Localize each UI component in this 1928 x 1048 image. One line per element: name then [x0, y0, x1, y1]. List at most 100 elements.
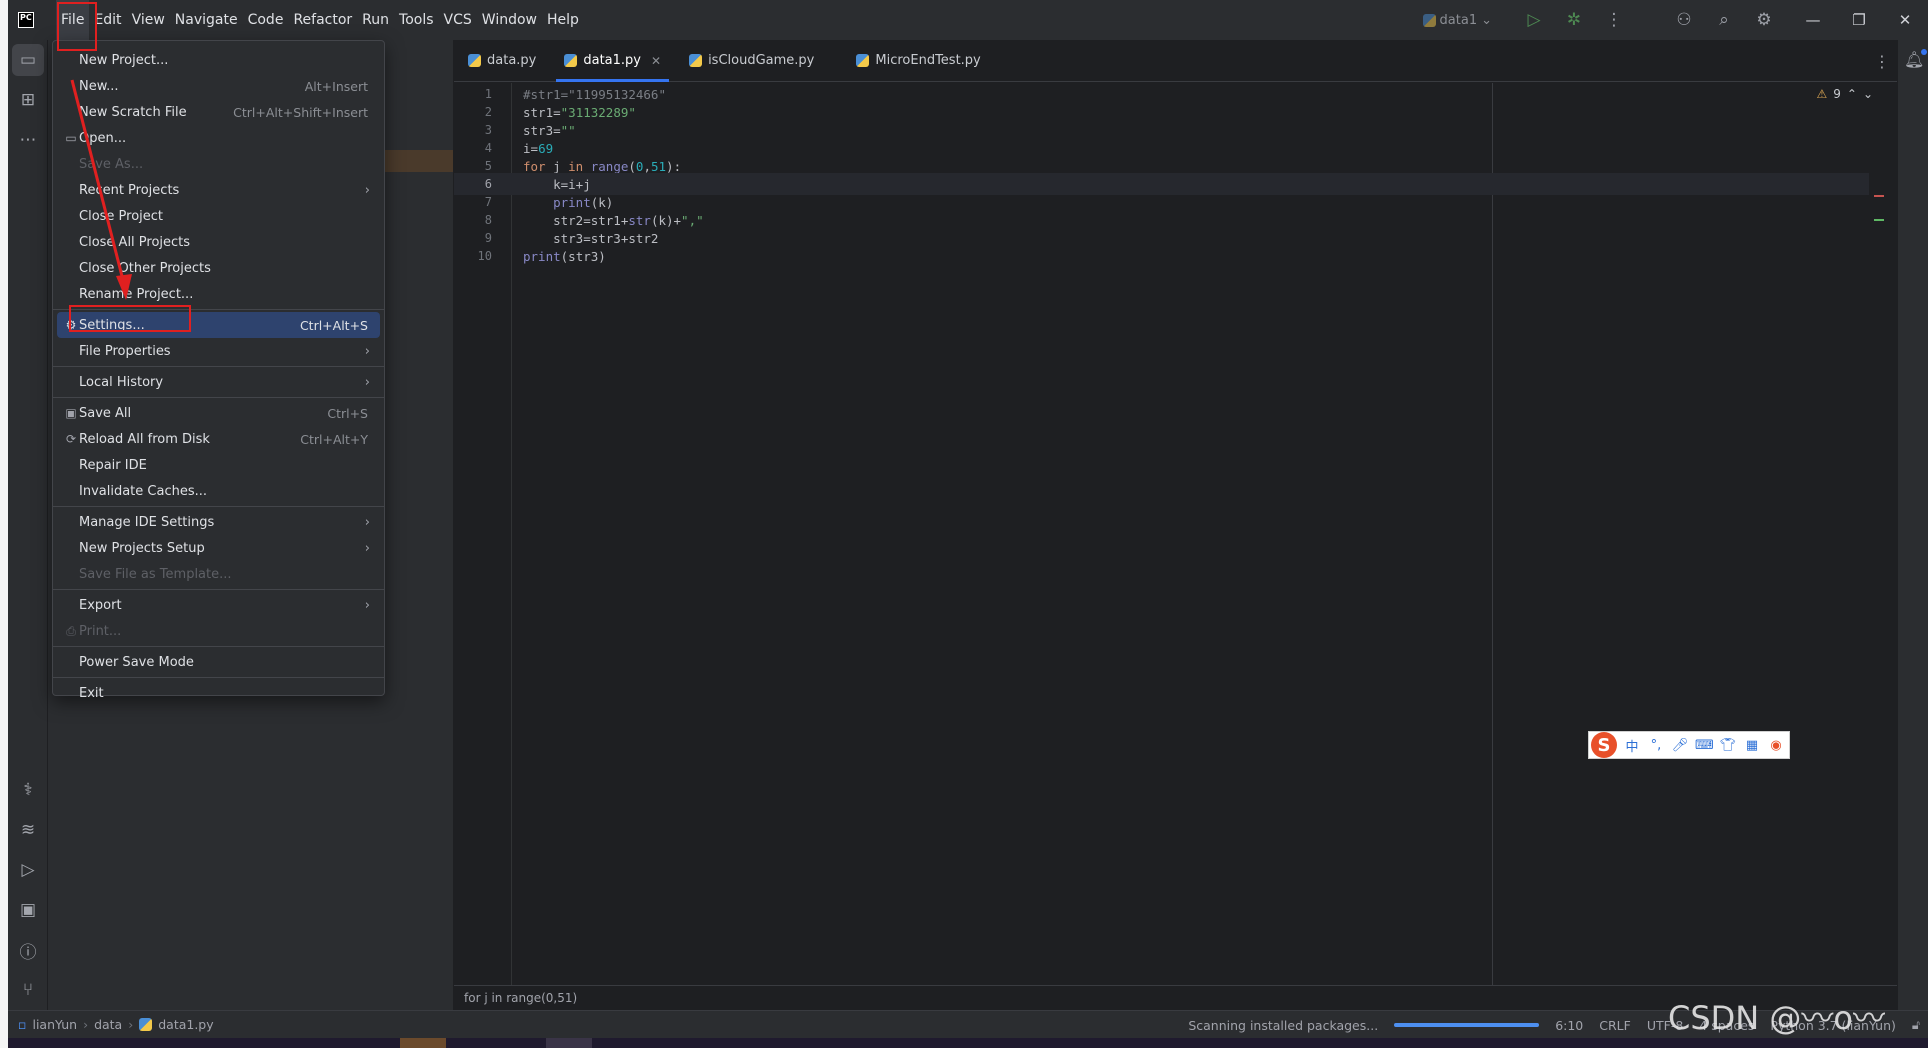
progress-fill — [1394, 1023, 1540, 1027]
status-bar: ▫ lianYun › data › data1.py Scanning ins… — [8, 1010, 1928, 1038]
close-button[interactable]: ✕ — [1882, 0, 1928, 40]
taskbar-app[interactable] — [546, 1038, 592, 1048]
menu-new-projects-setup[interactable]: New Projects Setup › — [57, 535, 380, 561]
python-console-icon[interactable]: ⚕ — [12, 774, 44, 806]
annotation-box-file — [57, 2, 97, 51]
run-icon[interactable]: ▷ — [1514, 0, 1554, 40]
ime-toolbar[interactable]: S 中 °, 🎤︎ ⌨ 👕︎ ▦ ◉ — [1588, 731, 1790, 759]
keyboard-icon[interactable]: ⌨ — [1695, 738, 1714, 753]
line-number: 2 — [484, 105, 492, 119]
menu-rename-project[interactable]: Rename Project... — [57, 281, 380, 307]
menu-vcs[interactable]: VCS — [439, 0, 477, 40]
run-config-selector[interactable]: data1 ⌄ — [1422, 12, 1492, 28]
chevron-right-icon: › — [364, 514, 370, 530]
menu-open[interactable]: ▭ Open... — [57, 125, 380, 151]
menu-power-save-mode[interactable]: Power Save Mode — [57, 649, 380, 675]
menu-export[interactable]: Export › — [57, 592, 380, 618]
line-separator[interactable]: CRLF — [1599, 1018, 1631, 1033]
taskbar-app[interactable] — [400, 1038, 446, 1048]
avatar-icon[interactable]: ◉ — [1767, 738, 1785, 753]
menu-new[interactable]: New... Alt+Insert — [57, 73, 380, 99]
run-config-label: data1 — [1439, 12, 1478, 28]
project-folder-icon[interactable]: ▭ — [12, 44, 44, 76]
tab-label: data1.py — [583, 53, 641, 68]
menu-item-label: Close Project — [79, 208, 164, 224]
caret-position[interactable]: 6:10 — [1555, 1018, 1583, 1033]
menu-save-all[interactable]: ▣ Save All Ctrl+S — [57, 400, 380, 426]
module-icon: ▫ — [18, 1017, 27, 1032]
code-editor[interactable]: ⚠ 9 ⌃ ⌄ 1 #str1="11995132466" 2 str1="31… — [454, 83, 1897, 985]
more-actions-icon[interactable]: ⋮ — [1594, 0, 1634, 40]
services-icon[interactable]: ▷ — [12, 854, 44, 886]
menu-file-properties[interactable]: File Properties › — [57, 338, 380, 364]
selected-tree-node[interactable] — [384, 150, 453, 172]
menu-exit[interactable]: Exit — [57, 680, 380, 706]
code-line: 10 print(str3) — [454, 245, 1869, 267]
menu-manage-ide-settings[interactable]: Manage IDE Settings › — [57, 509, 380, 535]
tab-microendtest-py[interactable]: MicroEndTest.py — [842, 40, 994, 82]
skin-icon[interactable]: 👕︎ — [1719, 738, 1737, 753]
folder-icon: ▭ — [65, 131, 77, 145]
debug-icon[interactable]: ✲ — [1554, 0, 1594, 40]
tab-options-icon[interactable]: ⋮ — [1867, 40, 1897, 82]
minimize-button[interactable]: — — [1790, 0, 1836, 40]
python-packages-icon[interactable]: ≋ — [12, 814, 44, 846]
line-number: 4 — [484, 141, 492, 155]
crumb-file[interactable]: data1.py — [158, 1017, 213, 1032]
menu-new-scratch-file[interactable]: New Scratch File Ctrl+Alt+Shift+Insert — [57, 99, 380, 125]
notifications-bell-icon[interactable]: 🔔︎ — [1904, 49, 1928, 69]
microphone-icon[interactable]: 🎤︎ — [1671, 738, 1689, 753]
python-file-icon — [689, 54, 703, 67]
menu-close-other-projects[interactable]: Close Other Projects — [57, 255, 380, 281]
close-tab-icon[interactable]: ✕ — [651, 54, 661, 68]
menu-invalidate-caches[interactable]: Invalidate Caches... — [57, 478, 380, 504]
tab-data-py[interactable]: data.py — [454, 40, 550, 82]
tab-data1-py[interactable]: data1.py ✕ — [550, 40, 675, 82]
structure-icon[interactable]: ⊞ — [12, 84, 44, 116]
chevron-right-icon: › — [83, 1017, 89, 1032]
menu-recent-projects[interactable]: Recent Projects › — [57, 177, 380, 203]
add-user-icon[interactable]: ⚇ — [1664, 0, 1704, 40]
problems-icon[interactable]: ⓘ — [12, 934, 44, 966]
menu-item-label: Open... — [79, 130, 127, 146]
menu-item-label: Power Save Mode — [79, 654, 194, 670]
punctuation-icon[interactable]: °, — [1647, 738, 1665, 753]
menu-navigate[interactable]: Navigate — [170, 0, 243, 40]
crumb-folder[interactable]: data — [94, 1017, 122, 1032]
code-text: #str1="11995132466" — [523, 86, 666, 102]
menu-separator — [53, 646, 384, 647]
title-bar: PC File Edit View Navigate Code Refactor… — [8, 0, 1928, 40]
menu-view[interactable]: View — [127, 0, 170, 40]
chinese-mode-icon[interactable]: 中 — [1623, 736, 1641, 755]
pycharm-logo-icon[interactable]: PC — [18, 12, 34, 28]
menu-code[interactable]: Code — [243, 0, 289, 40]
menu-window[interactable]: Window — [477, 0, 542, 40]
background-task-label[interactable]: Scanning installed packages... — [1188, 1018, 1378, 1033]
menu-local-history[interactable]: Local History › — [57, 369, 380, 395]
terminal-icon[interactable]: ▣ — [12, 894, 44, 926]
gear-icon[interactable]: ⚙ — [1744, 0, 1784, 40]
menu-item-label: Invalidate Caches... — [79, 483, 208, 499]
menu-repair-ide[interactable]: Repair IDE — [57, 452, 380, 478]
menu-close-project[interactable]: Close Project — [57, 203, 380, 229]
error-stripe-mark[interactable] — [1874, 195, 1884, 197]
tab-iscloudgame-py[interactable]: isCloudGame.py — [675, 40, 828, 82]
menu-run[interactable]: Run — [357, 0, 394, 40]
git-icon[interactable]: ⑂ — [12, 974, 44, 1006]
more-tools-icon[interactable]: ⋯ — [12, 124, 44, 156]
menu-close-all-projects[interactable]: Close All Projects — [57, 229, 380, 255]
change-stripe-mark[interactable] — [1874, 219, 1884, 221]
apps-grid-icon[interactable]: ▦ — [1743, 738, 1761, 753]
code-text: str3="" — [523, 122, 576, 138]
lock-icon[interactable]: 🔓︎ — [1912, 1017, 1920, 1033]
navigation-breadcrumb: ▫ lianYun › data › data1.py — [8, 1017, 214, 1032]
menu-refactor[interactable]: Refactor — [288, 0, 357, 40]
sogou-logo-icon[interactable]: S — [1591, 732, 1617, 758]
menu-tools[interactable]: Tools — [394, 0, 439, 40]
menu-new-project[interactable]: New Project... — [57, 47, 380, 73]
search-icon[interactable]: ⌕ — [1704, 0, 1744, 40]
restore-button[interactable]: ❐ — [1836, 0, 1882, 40]
menu-reload-from-disk[interactable]: ⟳ Reload All from Disk Ctrl+Alt+Y — [57, 426, 380, 452]
menu-help[interactable]: Help — [542, 0, 584, 40]
crumb-project[interactable]: lianYun — [32, 1017, 77, 1032]
